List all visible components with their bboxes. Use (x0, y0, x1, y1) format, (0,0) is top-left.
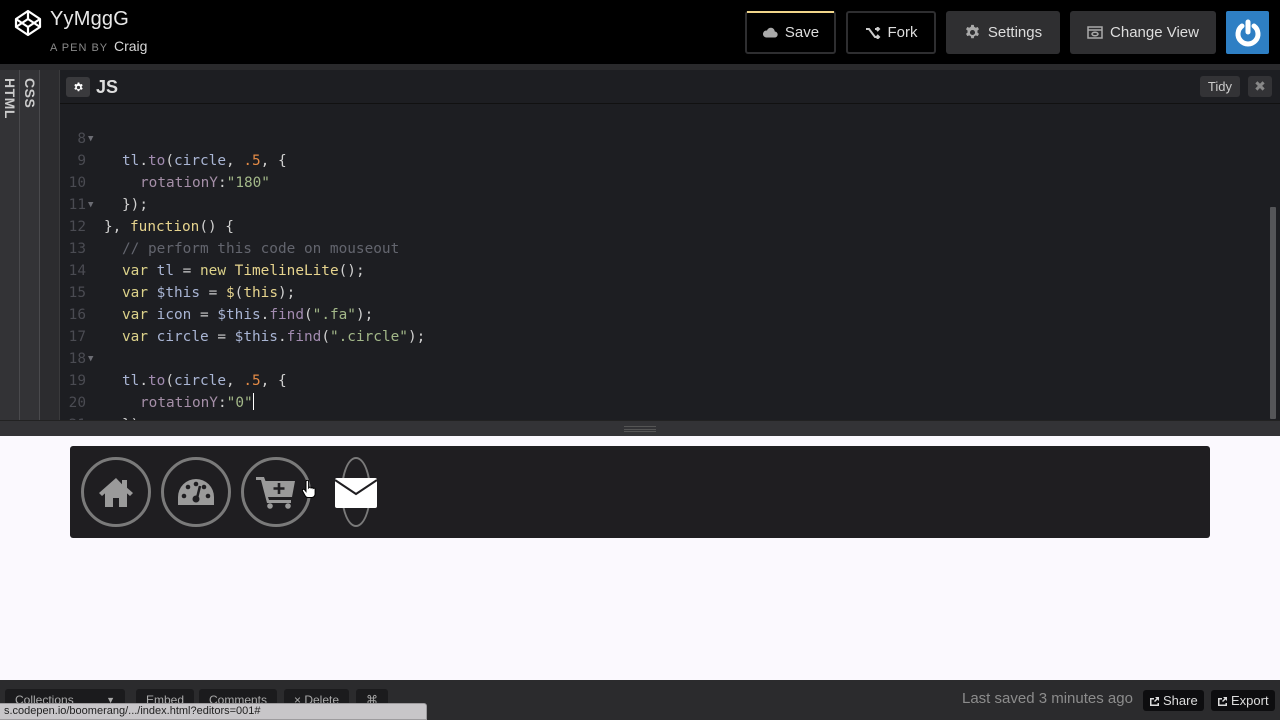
export-label: Export (1231, 693, 1269, 708)
user-avatar[interactable] (1226, 11, 1269, 54)
last-saved-status: Last saved 3 minutes ago (962, 690, 1133, 707)
code-line: 13 var tl = new TimelineLite(); (60, 216, 1266, 279)
author-link[interactable]: Craig (114, 38, 147, 54)
close-icon: ✖ (1254, 78, 1266, 94)
code-line: 19 rotationY:"0" (60, 348, 1266, 411)
dashboard-icon (178, 479, 214, 505)
pen-by-label: A PEN BY (50, 42, 108, 54)
gear-icon (73, 82, 83, 91)
html-tab-label: HTML (2, 78, 18, 119)
editor-resize-handle[interactable] (0, 420, 1280, 436)
code-line: 11 ▼ }, function() { (60, 172, 1266, 235)
pen-title[interactable]: YyMggG (50, 8, 129, 31)
tidy-button[interactable]: Tidy (1199, 76, 1240, 97)
code-line: 18 ▼ tl.to(circle, .5, { (60, 326, 1266, 389)
icon-bar (70, 446, 1210, 538)
close-editor-button[interactable]: ✖ (1248, 76, 1272, 97)
codepen-logo-icon[interactable] (14, 9, 42, 37)
code-area[interactable]: 8 ▼ tl.to(circle, .5, { 9 rotationY:"180"… (60, 106, 1266, 455)
dashboard-button[interactable] (161, 457, 231, 527)
cart-plus-icon (256, 477, 295, 509)
gear-icon (965, 24, 979, 39)
export-button[interactable]: Export (1211, 690, 1275, 711)
preview-pane (0, 436, 1280, 680)
code-line: 14 var $this = $(this); (60, 238, 1266, 301)
home-button[interactable] (81, 457, 151, 527)
code-line: 16 var circle = $this.find(".circle"); (60, 282, 1266, 345)
settings-button[interactable]: Settings (946, 11, 1060, 54)
browser-status-url: s.codepen.io/boomerang/.../index.html?ed… (0, 703, 427, 720)
export-icon (1218, 696, 1227, 706)
editor-scrollbar[interactable] (1270, 207, 1276, 419)
cloud-icon (762, 27, 778, 38)
code-line: 8 ▼ tl.to(circle, .5, { (60, 106, 1266, 169)
js-editor-panel: HTML CSS JS Tidy ✖ 8 ▼ tl.to(circle, .5, … (0, 70, 1280, 455)
html-editor-tab[interactable]: HTML (0, 70, 20, 420)
code-line: 9 rotationY:"180" (60, 128, 1266, 191)
code-line: 15 var icon = $this.find(".fa"); (60, 260, 1266, 323)
mail-button[interactable] (334, 457, 378, 527)
js-editor-header: JS Tidy ✖ (60, 70, 1280, 104)
share-button[interactable]: Share (1143, 690, 1204, 711)
layout-icon (1087, 26, 1103, 39)
change-view-label: Change View (1110, 24, 1199, 41)
code-line: 20 }); (60, 370, 1266, 433)
save-button[interactable]: Save (745, 11, 836, 54)
settings-label: Settings (987, 24, 1043, 41)
code-line: 12 // perform this code on mouseout (60, 194, 1266, 257)
save-label: Save (784, 24, 820, 41)
share-icon (1150, 696, 1159, 706)
css-tab-label: CSS (22, 78, 38, 109)
js-editor-title: JS (96, 77, 119, 97)
power-icon (1235, 19, 1260, 46)
fork-label: Fork (887, 24, 918, 41)
editor-gutter-strip (40, 70, 60, 420)
pen-byline: A PEN BY Craig (50, 38, 147, 54)
css-editor-tab[interactable]: CSS (20, 70, 40, 420)
share-label: Share (1163, 693, 1198, 708)
hand-pointer-icon (302, 480, 316, 498)
code-line: 21 }); (60, 392, 1266, 455)
envelope-icon (334, 478, 378, 508)
code-line: 10 }); (60, 150, 1266, 213)
change-view-button[interactable]: Change View (1070, 11, 1216, 54)
cart-button[interactable] (241, 457, 311, 527)
grip-icon (624, 426, 656, 432)
code-line: 17 (60, 304, 1266, 345)
js-settings-button[interactable] (66, 77, 90, 97)
home-icon (99, 478, 133, 507)
fork-icon (865, 26, 880, 39)
top-header: YyMggG A PEN BY Craig Save Fork Settings… (0, 0, 1280, 64)
fork-button[interactable]: Fork (846, 11, 936, 54)
